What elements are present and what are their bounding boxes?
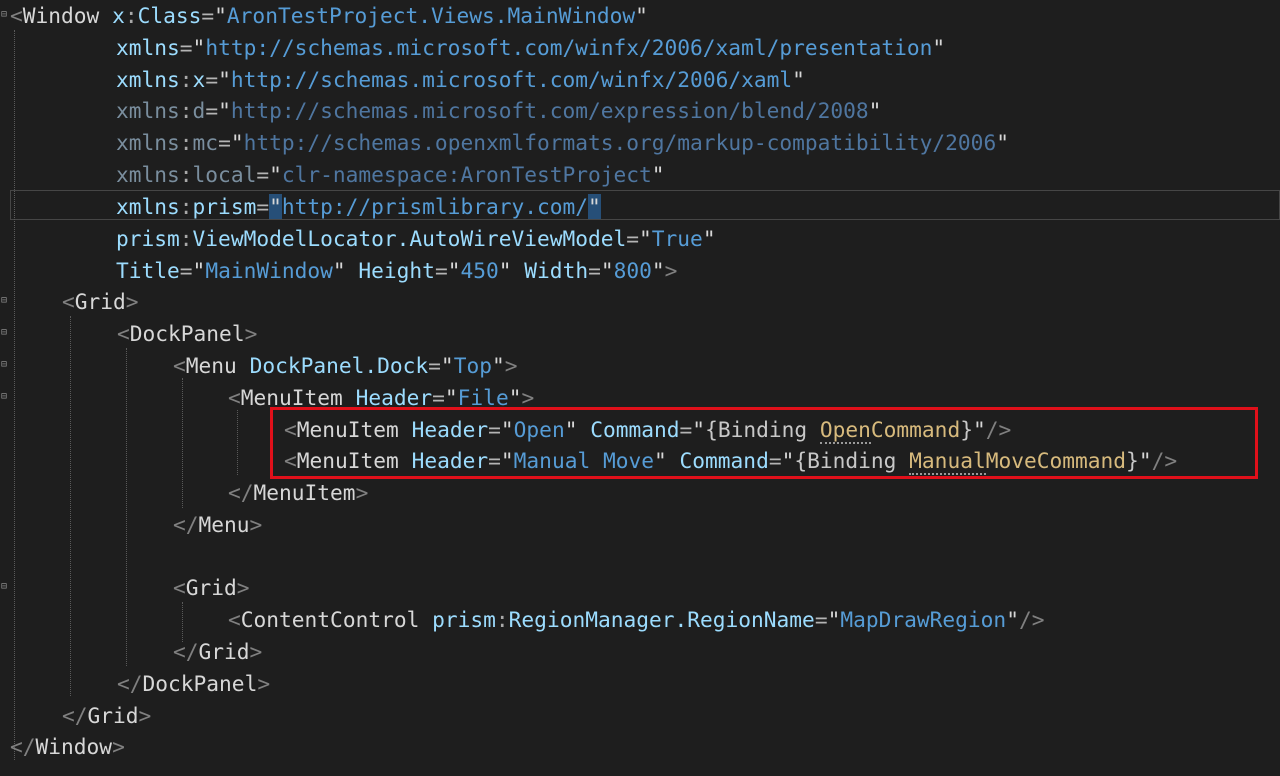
code-line[interactable]: ⊟ <Grid> <box>0 286 1280 318</box>
code-line[interactable]: <ContentControl prism:RegionManager.Regi… <box>0 604 1280 636</box>
code-text: xmlns:x="http://schemas.microsoft.com/wi… <box>116 67 805 92</box>
code-text: xmlns:d="http://schemas.microsoft.com/ex… <box>116 98 882 123</box>
code-line[interactable]: xmlns:local="clr-namespace:AronTestProje… <box>0 159 1280 191</box>
code-line[interactable]: xmlns="http://schemas.microsoft.com/winf… <box>0 32 1280 64</box>
code-text: </MenuItem> <box>228 480 369 505</box>
code-text: <Window x:Class="AronTestProject.Views.M… <box>10 3 648 28</box>
code-text: <DockPanel> <box>117 321 258 346</box>
red-highlight-box <box>270 407 1258 479</box>
code-line[interactable]: ⊟ <DockPanel> <box>0 318 1280 350</box>
code-line[interactable]: prism:ViewModelLocator.AutoWireViewModel… <box>0 223 1280 255</box>
code-line[interactable]: </Grid> <box>0 700 1280 732</box>
code-text: xmlns:local="clr-namespace:AronTestProje… <box>116 162 665 187</box>
code-line[interactable]: Title="MainWindow" Height="450" Width="8… <box>0 255 1280 287</box>
code-text: <ContentControl prism:RegionManager.Regi… <box>228 607 1045 632</box>
code-line[interactable]: xmlns:d="http://schemas.microsoft.com/ex… <box>0 95 1280 127</box>
code-line[interactable]: </Grid> <box>0 636 1280 668</box>
code-text: Title="MainWindow" Height="450" Width="8… <box>116 258 678 283</box>
code-text: </Grid> <box>62 703 152 728</box>
fold-toggle-icon[interactable]: ⊟ <box>1 10 8 20</box>
code-line[interactable]: </DockPanel> <box>0 668 1280 700</box>
code-line[interactable]: </MenuItem> <box>0 477 1280 509</box>
code-line[interactable] <box>0 541 1280 573</box>
code-text: xmlns:prism="http://prismlibrary.com/" <box>116 194 601 219</box>
fold-toggle-icon[interactable]: ⊟ <box>1 296 8 306</box>
code-text: <Grid> <box>173 575 250 600</box>
code-text: </Window> <box>10 734 125 759</box>
code-line[interactable]: ⊟ <Window x:Class="AronTestProject.Views.… <box>0 0 1280 32</box>
code-line[interactable]: ⊟ <Menu DockPanel.Dock="Top"> <box>0 350 1280 382</box>
code-line[interactable]: xmlns:mc="http://schemas.openxmlformats.… <box>0 127 1280 159</box>
code-line[interactable]: </Menu> <box>0 509 1280 541</box>
code-line[interactable]: xmlns:x="http://schemas.microsoft.com/wi… <box>0 64 1280 96</box>
fold-toggle-icon[interactable]: ⊟ <box>1 328 8 338</box>
fold-toggle-icon[interactable]: ⊟ <box>1 360 8 370</box>
code-line[interactable]: ⊟ <Grid> <box>0 572 1280 604</box>
code-text: xmlns="http://schemas.microsoft.com/winf… <box>116 35 946 60</box>
code-text: </Menu> <box>173 512 263 537</box>
code-text: </DockPanel> <box>117 671 271 696</box>
fold-toggle-icon[interactable]: ⊟ <box>1 582 8 592</box>
code-text: <Menu DockPanel.Dock="Top"> <box>173 353 518 378</box>
code-line[interactable]: </Window> <box>0 731 1280 763</box>
code-text: </Grid> <box>173 639 263 664</box>
code-editor[interactable]: ⊟ <Window x:Class="AronTestProject.Views.… <box>0 0 1280 776</box>
code-text: <Grid> <box>62 289 139 314</box>
code-text: xmlns:mc="http://schemas.openxmlformats.… <box>116 130 1009 155</box>
code-line[interactable]: xmlns:prism="http://prismlibrary.com/" <box>0 191 1280 223</box>
code-text: prism:ViewModelLocator.AutoWireViewModel… <box>116 226 716 251</box>
fold-toggle-icon[interactable]: ⊟ <box>1 392 8 402</box>
